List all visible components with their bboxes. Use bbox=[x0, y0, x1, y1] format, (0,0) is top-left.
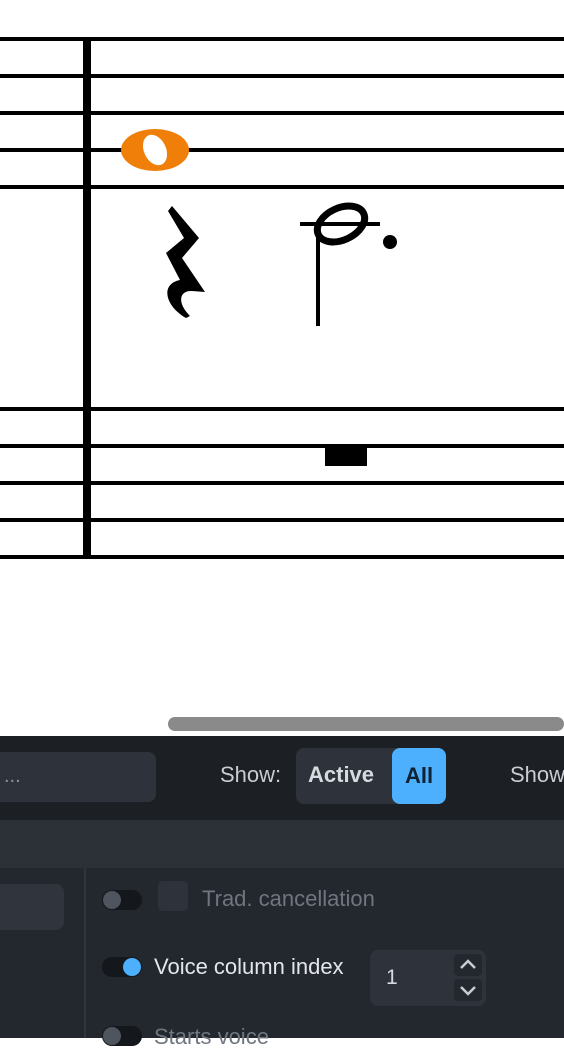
left-column bbox=[0, 868, 84, 1038]
search-placeholder: ... bbox=[4, 765, 21, 787]
stepper-value: 1 bbox=[386, 966, 398, 989]
score-canvas[interactable] bbox=[0, 0, 564, 736]
properties-group-header[interactable] bbox=[0, 820, 564, 868]
filter-active-button[interactable]: Active bbox=[308, 762, 374, 788]
whole-rest[interactable] bbox=[325, 446, 367, 466]
trad-cancellation-label: Trad. cancellation bbox=[202, 886, 375, 911]
search-input[interactable]: ... bbox=[0, 752, 156, 802]
selected-whole-note[interactable] bbox=[121, 129, 189, 171]
voice-column-index-stepper[interactable]: 1 bbox=[370, 950, 486, 1006]
dotted-half-note[interactable] bbox=[300, 199, 397, 326]
starts-voice-label: Starts voice bbox=[154, 1024, 269, 1049]
show-label-secondary: Show bbox=[510, 762, 564, 787]
stepper-down-button[interactable] bbox=[454, 979, 482, 1001]
chevron-down-icon bbox=[460, 986, 476, 996]
horizontal-scrollbar[interactable] bbox=[168, 717, 564, 731]
voice-column-index-label: Voice column index bbox=[154, 954, 344, 979]
score-svg bbox=[0, 37, 564, 559]
stepper-up-button[interactable] bbox=[454, 954, 482, 976]
left-column-field[interactable] bbox=[0, 884, 64, 930]
column-divider bbox=[84, 868, 86, 1038]
starts-voice-toggle[interactable] bbox=[102, 1026, 142, 1046]
quarter-rest[interactable] bbox=[166, 206, 205, 318]
show-filter-toggle: Active All bbox=[296, 748, 446, 804]
toggle-knob bbox=[123, 958, 141, 976]
voice-column-index-toggle[interactable] bbox=[102, 957, 142, 977]
properties-panel: ... Show: Active All Show Trad. cancella… bbox=[0, 736, 564, 1049]
trad-cancellation-toggle[interactable] bbox=[102, 890, 142, 910]
chevron-up-icon bbox=[460, 959, 476, 969]
toggle-knob bbox=[103, 1027, 121, 1045]
show-filter-label: Show: bbox=[220, 762, 282, 787]
trad-cancellation-checkbox[interactable] bbox=[158, 881, 188, 911]
toggle-knob bbox=[103, 891, 121, 909]
filter-all-button[interactable]: All bbox=[392, 748, 446, 804]
panel-toolbar: ... Show: Active All Show bbox=[0, 736, 564, 820]
barline bbox=[83, 39, 91, 559]
